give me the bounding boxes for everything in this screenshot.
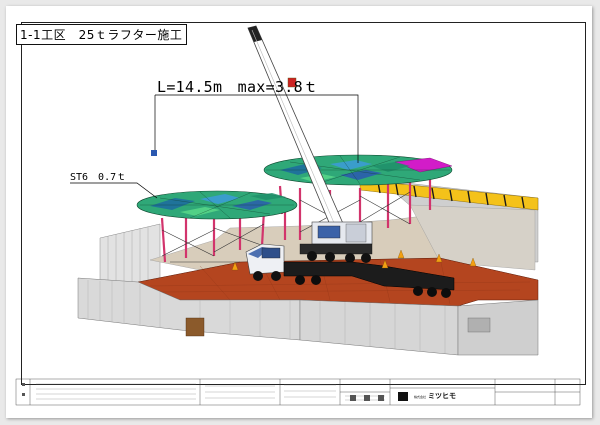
title-block-fine-lines xyxy=(36,383,385,401)
load-weight-label: ST6 0.7ｔ xyxy=(70,172,127,183)
front-hoarding-right xyxy=(299,299,459,356)
company-prefix: 株式会社 xyxy=(414,395,427,399)
front-post-right xyxy=(467,317,491,333)
company-name: ミツヒモ xyxy=(428,392,457,400)
leader-marker xyxy=(151,150,157,156)
construction-scene xyxy=(15,25,581,406)
company-logo: 株式会社 ミツヒモ xyxy=(414,391,456,401)
title-block xyxy=(15,378,581,406)
boom-length-label: L=14.5m max=3.8ｔ xyxy=(157,78,319,96)
front-posts xyxy=(185,317,205,337)
drawing-title: 1-1工区 25ｔラフター施工 xyxy=(16,24,188,45)
